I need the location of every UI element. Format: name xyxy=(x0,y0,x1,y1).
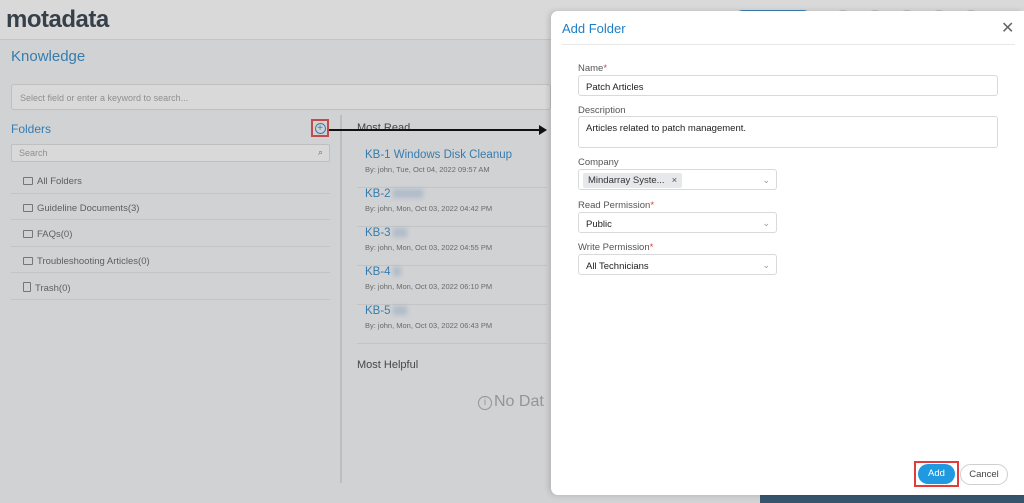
drawer-divider xyxy=(562,44,1015,45)
add-button-highlight: Add xyxy=(914,461,959,487)
description-label: Description xyxy=(578,105,626,116)
chevron-down-icon: ⌄ xyxy=(762,218,770,228)
cancel-button[interactable]: Cancel xyxy=(960,464,1008,485)
annotation-arrow-head xyxy=(539,125,547,135)
company-select[interactable]: Mindarray Syste... × ⌄ xyxy=(578,169,777,190)
write-permission-select[interactable]: All Technicians ⌄ xyxy=(578,254,777,275)
read-permission-select[interactable]: Public ⌄ xyxy=(578,212,777,233)
add-button[interactable]: Add xyxy=(918,464,955,484)
drawer-title: Add Folder xyxy=(562,21,626,36)
annotation-arrow xyxy=(329,129,541,131)
close-icon[interactable]: ✕ xyxy=(1001,21,1014,37)
write-permission-label: Write Permission* xyxy=(578,242,654,253)
name-field[interactable]: Patch Articles xyxy=(578,75,998,96)
read-permission-label: Read Permission* xyxy=(578,200,655,211)
chevron-down-icon: ⌄ xyxy=(762,175,770,185)
add-folder-drawer: Add Folder ✕ Name* Patch Articles Descri… xyxy=(551,11,1024,495)
company-label: Company xyxy=(578,157,619,168)
company-tag: Mindarray Syste... × xyxy=(583,173,683,188)
description-field[interactable]: Articles related to patch management. xyxy=(578,116,998,148)
name-label: Name* xyxy=(578,63,608,74)
chevron-down-icon: ⌄ xyxy=(762,260,770,270)
remove-tag-icon[interactable]: × xyxy=(672,175,678,186)
